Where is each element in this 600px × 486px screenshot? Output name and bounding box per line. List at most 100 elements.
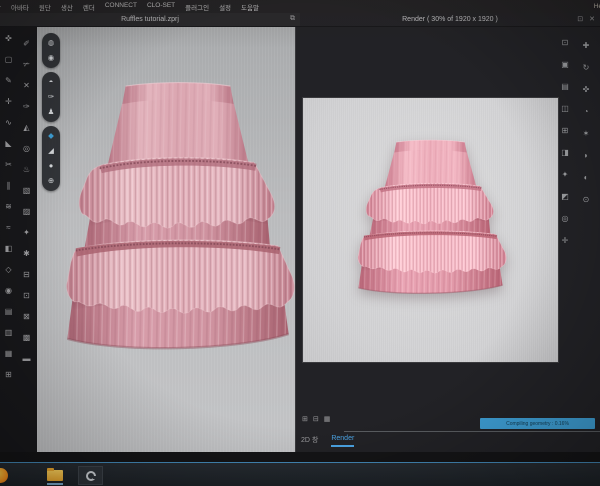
notch-icon[interactable]: ∥	[2, 181, 15, 191]
tack-icon[interactable]: ✕	[20, 81, 33, 91]
view-tool-icon[interactable]: ✚	[580, 41, 592, 50]
edit-curvature-icon[interactable]: ∿	[2, 118, 15, 128]
fold-arrangement-icon[interactable]: ◧	[2, 244, 15, 254]
render-start-icon[interactable]: ⊡	[559, 38, 571, 47]
segment-sewing-icon[interactable]: ≋	[2, 202, 15, 212]
menu-closet[interactable]: CLO-SET	[147, 2, 175, 12]
menu-bar: 의상아바타원단생산렌더CONNECTCLO-SET플러그인설정도움말 Hell	[0, 0, 600, 13]
steam-icon[interactable]: ♨	[20, 165, 33, 175]
menu-items: 의상 아바타 원단 생산 렌더 CONNECT CLO-SET 플러그인 설정 도움말	[0, 2, 259, 12]
trim-icon[interactable]: ✱	[20, 249, 33, 259]
fabric-icon[interactable]: ▧	[20, 186, 33, 196]
fabric-view-icon[interactable]: ◆	[48, 131, 54, 141]
interactive-render-icon[interactable]: ▣	[559, 60, 571, 69]
render-toolbar-column-a: ⊡ ▣ ▤ ◫ ⊞ ◨ ✦ ◩ ◎ ✛	[559, 38, 571, 245]
cut-sew-icon[interactable]: ✂	[2, 160, 15, 170]
image-properties-icon[interactable]: ◫	[559, 104, 571, 113]
pin-icon[interactable]: ✑	[20, 102, 33, 112]
menu-production[interactable]: 생산	[61, 2, 73, 12]
button-icon[interactable]: ◉	[2, 286, 15, 296]
browser-taskbar-icon[interactable]	[0, 468, 8, 483]
print-layout-icon[interactable]: ⊞	[2, 370, 15, 380]
menu-settings[interactable]: 설정	[219, 2, 231, 12]
menu-fabric[interactable]: 원단	[39, 2, 51, 12]
graphic-icon[interactable]: ✦	[20, 228, 33, 238]
zipper-icon[interactable]: ▤	[2, 307, 15, 317]
left-toolbar-column-a: ✜ ▢ ✎ ✛ ∿ ◣ ✂ ∥ ≋ ≈ ◧ ◇ ◉ ▤ ▥ ▦ ⊞	[2, 34, 15, 380]
camera-icon[interactable]: ◎	[559, 214, 571, 223]
fit-map-icon[interactable]: ●	[49, 161, 54, 171]
file-explorer-active-indicator	[47, 483, 63, 485]
light-properties-icon[interactable]: ✦	[559, 170, 571, 179]
pan-view-icon[interactable]: ✜	[580, 85, 592, 94]
rotate-view-icon[interactable]: ↻	[580, 63, 592, 72]
dock-3d-window-icon[interactable]: ⊟	[313, 415, 319, 424]
bottom-tab-bar: 2D 창 Render	[301, 435, 354, 447]
os-taskbar	[0, 462, 600, 486]
free-sewing-icon[interactable]: ≈	[2, 223, 15, 233]
show-garment-icon[interactable]: ◓	[49, 77, 54, 87]
binding-icon[interactable]: ▦	[2, 349, 15, 359]
render-properties-icon[interactable]: ◨	[559, 148, 571, 157]
strain-map-icon[interactable]: ◢	[48, 146, 54, 156]
sculpt-icon[interactable]: ◭	[20, 123, 33, 133]
smooth-icon[interactable]: ◎	[20, 144, 33, 154]
menu-render[interactable]: 렌더	[83, 2, 95, 12]
skirt-3d-model[interactable]	[59, 79, 297, 365]
dart-icon[interactable]: ◇	[2, 265, 15, 275]
video-properties-icon[interactable]: ⊞	[559, 126, 571, 135]
light-icon[interactable]: ✶	[580, 129, 592, 138]
float-window-icon[interactable]: ⊡	[577, 15, 583, 23]
pressure-map-icon[interactable]: ⊕	[48, 176, 54, 186]
tab-render[interactable]: Render	[331, 435, 354, 447]
close-window-icon[interactable]: ✕	[589, 15, 595, 23]
project-title: Ruffles tutorial.zprj	[0, 16, 300, 23]
piping-icon[interactable]: ▥	[2, 328, 15, 338]
environment-sphere-icon[interactable]: ◐	[580, 173, 592, 182]
pattern-outline-icon[interactable]: ✐	[20, 39, 33, 49]
shadow-icon[interactable]: ◗	[580, 151, 592, 160]
render-toolbar-column-b: ✚ ↻ ✜ ◔ ✶ ◗ ◐ ⊙	[580, 41, 592, 204]
show-ground-icon[interactable]: ◉	[48, 53, 55, 63]
tab-2d-window[interactable]: 2D 창	[301, 435, 318, 447]
add-point-icon[interactable]: ✛	[2, 97, 15, 107]
lock-view-icon[interactable]: ⊙	[580, 195, 592, 204]
render-window-title: Render ( 30% of 1920 x 1920 )	[300, 16, 600, 23]
composite-icon[interactable]: ✛	[559, 236, 571, 245]
main-window-titlebar: Ruffles tutorial.zprj ⧉	[0, 13, 300, 27]
grid-view-icon[interactable]: ▦	[324, 415, 331, 424]
menu-avatar[interactable]: 아바타	[11, 2, 29, 12]
show-pins-icon[interactable]: ✑	[48, 92, 54, 102]
clo-taskbar-icon[interactable]	[78, 466, 103, 485]
file-explorer-taskbar-icon[interactable]	[47, 470, 63, 481]
3d-viewport[interactable]: ◍ ◉ ◓ ✑ ♟ ◆ ◢ ● ⊕	[37, 27, 296, 452]
flatten-icon[interactable]: ⊠	[20, 312, 33, 322]
edit-sewing-icon[interactable]: ✃	[20, 60, 33, 70]
undock-window-icon[interactable]: ⧉	[290, 15, 295, 23]
menu-garment[interactable]: 의상	[0, 2, 1, 12]
menu-help[interactable]: 도움말	[241, 2, 259, 12]
display-group-garment: ◓ ✑ ♟	[42, 72, 60, 122]
background-icon[interactable]: ◩	[559, 192, 571, 201]
seam-tape-icon[interactable]: ▬	[20, 354, 33, 364]
trace-icon[interactable]: ◣	[2, 139, 15, 149]
menu-connect[interactable]: CONNECT	[105, 2, 137, 12]
menu-plugin[interactable]: 플러그인	[185, 2, 209, 12]
zoom-view-icon[interactable]: ◔	[580, 107, 592, 116]
left-toolbar-column-b: ✐ ✃ ✕ ✑ ◭ ◎ ♨ ▧ ▨ ✦ ✱ ⊟ ⊡ ⊠ ▩ ▬	[20, 39, 33, 364]
show-scene-icon[interactable]: ◍	[48, 38, 55, 48]
measure-icon[interactable]: ⊟	[20, 270, 33, 280]
pleat-icon[interactable]: ▩	[20, 333, 33, 343]
grade-icon[interactable]: ⊡	[20, 291, 33, 301]
edit-point-icon[interactable]: ✎	[2, 76, 15, 86]
texture-icon[interactable]: ▨	[20, 207, 33, 217]
tab-separator	[344, 431, 600, 432]
left-tool-panel: ✜ ▢ ✎ ✛ ∿ ◣ ✂ ∥ ≋ ≈ ◧ ◇ ◉ ▤ ▥ ▦ ⊞ ✐ ✃ ✕ ✑ ◭ ◎ ♨ ▧ ▨ ✦ ✱ ⊟ ⊡ ⊠ ▩ ▬	[0, 27, 37, 452]
show-avatar-icon[interactable]: ♟	[48, 107, 55, 117]
skirt-render-image	[353, 138, 508, 303]
edit-pattern-icon[interactable]: ▢	[2, 55, 15, 65]
schedule-render-icon[interactable]: ▤	[559, 82, 571, 91]
render-window: ⊡▣▤◫⊞◨✦◩◎✛ ✚↻✜◔✶◗◐⊙ ⊞⊟▦ Compiling geomet…	[296, 27, 600, 452]
dock-2d-window-icon[interactable]: ⊞	[302, 415, 308, 424]
transform-pattern-icon[interactable]: ✜	[2, 34, 15, 44]
